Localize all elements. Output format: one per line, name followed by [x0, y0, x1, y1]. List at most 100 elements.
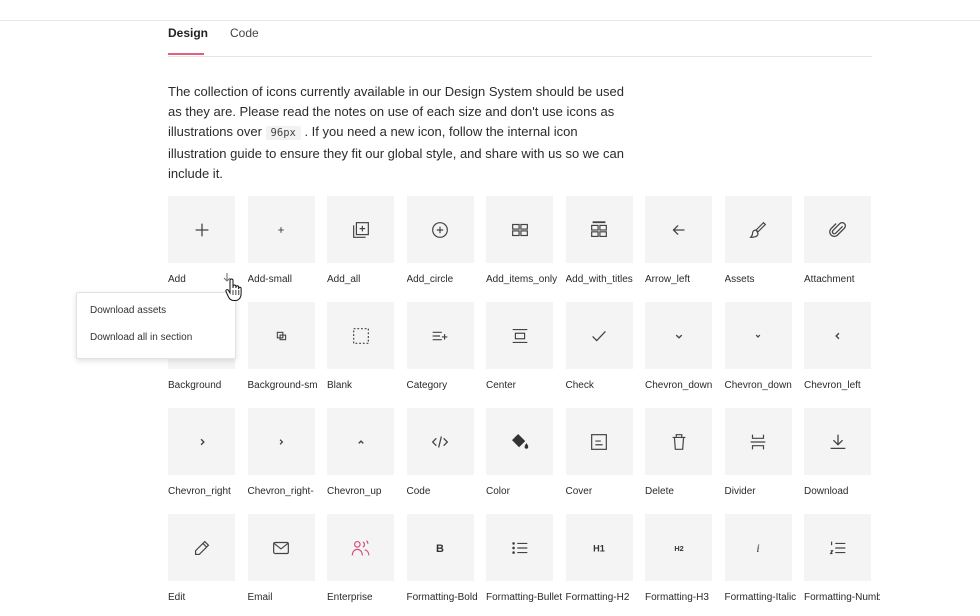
icon-tile[interactable]	[168, 196, 235, 263]
icon-label: Chevron_down	[724, 380, 792, 391]
icon-tile[interactable]	[168, 408, 235, 475]
icon-tile[interactable]	[247, 302, 315, 369]
icon-label: Add_with_titles	[565, 274, 633, 285]
icon-label: Email	[247, 592, 273, 603]
icon-tile[interactable]	[327, 302, 394, 369]
plus-icon	[195, 223, 208, 236]
download-assets-item[interactable]: Download assets	[90, 305, 166, 316]
icon-tile[interactable]	[486, 514, 553, 581]
icon-tile[interactable]	[645, 196, 712, 263]
icon-card-arrow-left: Arrow_left	[645, 196, 712, 285]
icon-tile[interactable]: i	[724, 514, 792, 581]
icon-label: Formatting-Bold	[406, 592, 478, 603]
icon-tile[interactable]	[327, 408, 394, 475]
icon-tile[interactable]	[804, 408, 871, 475]
icon-card-code: Code	[406, 408, 474, 497]
paperclip-icon	[828, 221, 846, 237]
icon-label: Attachment	[804, 274, 855, 285]
icon-card-center: Center	[486, 302, 553, 391]
code-icon	[431, 435, 449, 448]
icon-tile[interactable]	[645, 408, 712, 475]
icon-tile[interactable]: H2	[645, 514, 712, 581]
icon-card-chevron-left: Chevron_left	[804, 302, 871, 391]
icon-card-edit: Edit	[168, 514, 235, 603]
bold-icon: B	[436, 543, 444, 555]
icon-tile[interactable]	[486, 302, 553, 369]
icon-tile[interactable]	[724, 408, 792, 475]
icon-tile[interactable]	[247, 408, 315, 475]
icon-card-formatting-h2: H1 Formatting-H2	[565, 514, 633, 603]
icon-tile[interactable]	[327, 514, 394, 581]
icon-tile[interactable]: H1	[565, 514, 633, 581]
intro-paragraph: The collection of icons currently availa…	[168, 82, 638, 184]
icon-tile[interactable]	[565, 302, 633, 369]
icon-label: Background	[168, 380, 222, 391]
icon-tile[interactable]	[486, 408, 553, 475]
icon-card-add-small: Add-small	[247, 196, 315, 285]
icon-card-formatting-h3: H2 Formatting-H3	[645, 514, 712, 603]
icon-card-delete: Delete	[645, 408, 712, 497]
icon-tile[interactable]	[565, 196, 633, 263]
svg-text:B: B	[436, 543, 444, 555]
icon-card-add-all: Add_all	[327, 196, 394, 285]
icon-label: Chevron_right-	[247, 486, 314, 497]
icon-label: Add_items_only	[486, 274, 558, 285]
tab-code[interactable]: Code	[230, 26, 259, 40]
divider-icon	[750, 434, 766, 449]
icon-tile[interactable]	[804, 302, 871, 369]
icon-tile[interactable]	[327, 196, 394, 263]
icon-tile[interactable]	[804, 196, 871, 263]
icon-tile[interactable]	[406, 302, 474, 369]
chevron-down-icon	[675, 334, 682, 339]
heading-2-icon: H1	[593, 543, 605, 553]
chevron-right-small-icon	[279, 438, 284, 445]
people-icon	[351, 539, 369, 555]
icon-label: Category	[406, 380, 448, 391]
icon-tile[interactable]	[168, 514, 235, 581]
icon-label: Arrow_left	[645, 274, 691, 285]
icon-label: Formatting-H2	[565, 592, 630, 603]
icon-label: Add-small	[247, 274, 292, 285]
italic-icon: i	[756, 541, 759, 555]
size-code: 96px	[265, 126, 301, 141]
icon-label: Code	[406, 486, 431, 497]
icon-tile[interactable]	[804, 514, 871, 581]
icon-tile[interactable]	[724, 302, 792, 369]
icon-card-download: Download	[804, 408, 871, 497]
icon-label: Formatting-Italic	[724, 592, 797, 603]
icon-label: Add_all	[327, 274, 361, 285]
icon-tile[interactable]	[565, 408, 633, 475]
add-circle-icon	[432, 221, 448, 238]
icon-card-add-with-titles: Add_with_titles	[565, 196, 633, 285]
icon-label: Color	[486, 486, 510, 497]
svg-text:H1: H1	[593, 543, 605, 553]
icon-card-cover: Cover	[565, 408, 633, 497]
download-all-in-section-item[interactable]: Download all in section	[90, 332, 192, 343]
add-with-titles-icon	[591, 220, 607, 237]
icon-tile[interactable]	[247, 196, 315, 263]
icon-tile[interactable]	[724, 196, 792, 263]
cover-icon	[591, 433, 607, 450]
paint-bucket-icon	[511, 433, 528, 449]
icon-label: Delete	[645, 486, 674, 497]
add-all-icon	[352, 221, 369, 238]
icon-label: Chevron_right	[168, 486, 231, 497]
icon-card-email: Email	[247, 514, 315, 603]
icon-tile[interactable]	[247, 514, 315, 581]
icon-card-formatting-bold: B Formatting-Bold	[406, 514, 478, 603]
icon-label: Add_circle	[406, 274, 454, 285]
icon-tile[interactable]	[486, 196, 553, 263]
icon-tile[interactable]	[406, 196, 474, 263]
icon-label: Formatting-Bullet	[486, 592, 562, 603]
tab-design[interactable]: Design	[168, 26, 208, 40]
category-icon	[432, 331, 448, 340]
icon-tile[interactable]: B	[406, 514, 474, 581]
icon-card-chevron-down-small: Chevron_down	[724, 302, 792, 391]
icon-tile[interactable]	[645, 302, 712, 369]
heading-3-icon: H2	[674, 544, 683, 553]
icon-label: Chevron_down	[645, 380, 713, 391]
icon-tile[interactable]	[406, 408, 474, 475]
icon-card-add-circle: Add_circle	[406, 196, 474, 285]
icon-card-formatting-bullet: Formatting-Bullet	[486, 514, 562, 603]
download-icon	[830, 434, 845, 449]
